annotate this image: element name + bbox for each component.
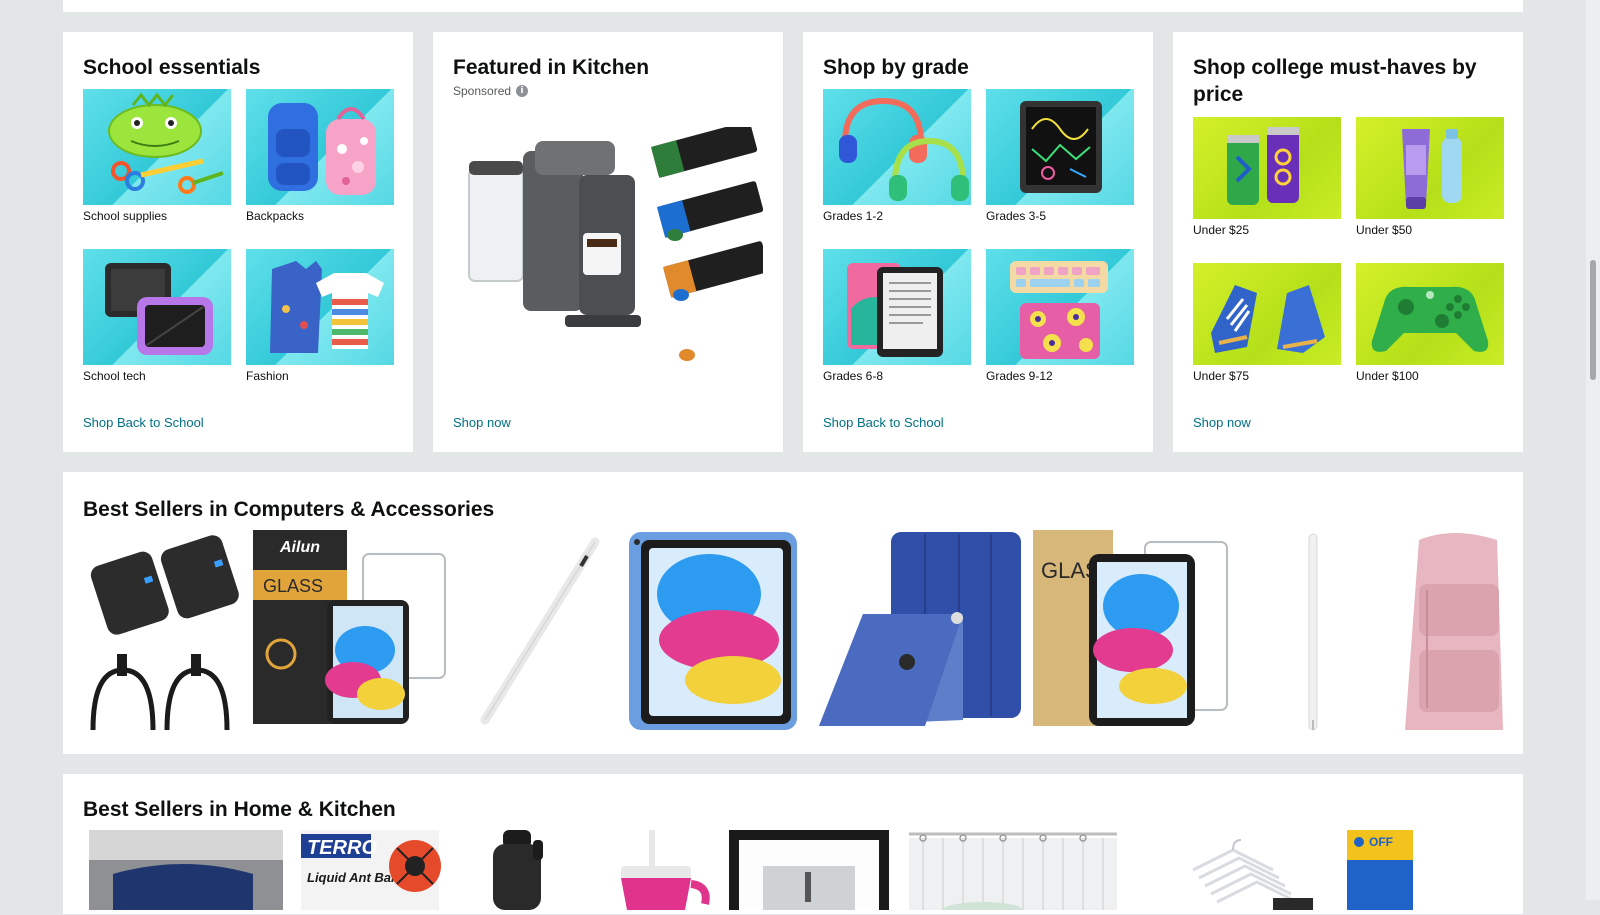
tile-label: Backpacks <box>246 209 305 223</box>
svg-text:Ailun: Ailun <box>279 539 320 556</box>
scrollbar-thumb[interactable] <box>1590 260 1596 380</box>
tile-school-supplies[interactable]: School supplies <box>83 89 231 223</box>
pillow-icon[interactable] <box>83 830 283 910</box>
tile-grades-6-8[interactable]: Grades 6-8 <box>823 249 971 383</box>
water-bottle-icon[interactable] <box>453 830 583 910</box>
tile-grades-9-12[interactable]: Grades 9-12 <box>986 249 1134 383</box>
product-carousel[interactable]: TERRO Liquid Ant Baits OFF <box>83 830 1503 915</box>
shop-now-link[interactable]: Shop now <box>1193 415 1251 430</box>
svg-text:TERRO: TERRO <box>307 837 377 859</box>
ant-bait-icon[interactable]: TERRO Liquid Ant Baits <box>293 830 443 910</box>
stylus-pen-icon[interactable] <box>463 530 613 732</box>
tile-grades-1-2[interactable]: Grades 1-2 <box>823 89 971 223</box>
pencil-case-icon <box>83 89 231 205</box>
ereader-icon <box>823 249 971 365</box>
card-shop-by-grade: Shop by grade Grades 1-2 Grades 3-5 Grad… <box>803 32 1153 452</box>
skincare-tube-icon <box>1356 117 1504 219</box>
drawing-tablet-icon <box>986 89 1134 205</box>
shop-now-link[interactable]: Shop now <box>453 415 511 430</box>
product-carousel[interactable]: Ailun GLASS GLAS <box>83 530 1503 732</box>
stylus-pen-icon[interactable] <box>1243 530 1383 732</box>
tablet-icon <box>83 249 231 365</box>
tile-label: Under $25 <box>1193 223 1250 237</box>
sponsored-text: Sponsored <box>453 84 512 98</box>
card-title: Shop college must-haves by price <box>1193 56 1477 106</box>
best-sellers-computers-section: Best Sellers in Computers & Accessories … <box>63 472 1523 754</box>
game-controller-icon <box>1356 263 1504 365</box>
tile-under-75[interactable]: Under $75 <box>1193 263 1341 383</box>
keyboard-icon <box>986 249 1134 365</box>
coffee-machine-icon[interactable] <box>453 121 770 417</box>
svg-text:OFF: OFF <box>1369 835 1393 849</box>
detergent-box-icon[interactable]: OFF <box>1343 830 1413 910</box>
tile-label: Under $100 <box>1356 369 1419 383</box>
tile-under-25[interactable]: Under $25 <box>1193 117 1341 237</box>
card-title: Featured in Kitchen <box>453 56 650 79</box>
tile-school-tech[interactable]: School tech <box>83 249 231 383</box>
hangers-icon[interactable] <box>1133 830 1333 910</box>
shop-back-to-school-link[interactable]: Shop Back to School <box>823 415 944 430</box>
sponsored-label: Sponsored i <box>453 84 529 98</box>
picture-frame-icon[interactable] <box>723 830 893 910</box>
card-title: School essentials <box>83 56 261 79</box>
svg-text:GLASS: GLASS <box>263 576 323 596</box>
previous-section-strip <box>63 0 1523 12</box>
tile-under-100[interactable]: Under $100 <box>1356 263 1504 383</box>
tile-under-50[interactable]: Under $50 <box>1356 117 1504 237</box>
section-title: Best Sellers in Computers & Accessories <box>83 498 495 521</box>
tile-label: School tech <box>83 369 146 383</box>
tile-grades-3-5[interactable]: Grades 3-5 <box>986 89 1134 223</box>
screen-protector-icon[interactable]: Ailun GLASS <box>253 530 453 732</box>
tile-backpacks[interactable]: Backpacks <box>246 89 394 223</box>
section-title: Best Sellers in Home & Kitchen <box>83 798 396 821</box>
vertical-scrollbar[interactable] <box>1586 0 1600 900</box>
sneaker-icon <box>1193 263 1341 365</box>
shop-back-to-school-link[interactable]: Shop Back to School <box>83 415 204 430</box>
tile-label: Under $75 <box>1193 369 1250 383</box>
tumbler-icon[interactable] <box>593 830 713 910</box>
tile-label: Under $50 <box>1356 223 1413 237</box>
card-college-by-price: Shop college must-haves by price Under $… <box>1173 32 1523 452</box>
backpack-icon <box>246 89 394 205</box>
tile-label: Grades 6-8 <box>823 369 884 383</box>
ipad-icon[interactable] <box>623 530 803 732</box>
card-school-essentials: School essentials School supplies Backpa… <box>63 32 413 452</box>
tile-label: Fashion <box>246 369 289 383</box>
shower-curtain-icon[interactable] <box>903 830 1123 915</box>
headphones-icon <box>823 89 971 205</box>
best-sellers-home-section: Best Sellers in Home & Kitchen TERRO Liq… <box>63 774 1523 915</box>
usb-charger-icon[interactable] <box>83 530 243 732</box>
tile-label: Grades 9-12 <box>986 369 1053 383</box>
tile-label: Grades 1-2 <box>823 209 884 223</box>
screen-protector-icon[interactable]: GLAS <box>1033 530 1233 732</box>
soda-can-icon <box>1193 117 1341 219</box>
laptop-backpack-icon[interactable] <box>1393 530 1503 732</box>
card-featured-kitchen: Featured in Kitchen Sponsored i Shop now <box>433 32 783 452</box>
info-icon[interactable]: i <box>516 85 529 97</box>
tile-fashion[interactable]: Fashion <box>246 249 394 383</box>
tile-label: Grades 3-5 <box>986 209 1047 223</box>
tablet-case-icon[interactable] <box>813 530 1023 732</box>
card-title: Shop by grade <box>823 56 969 79</box>
tile-label: School supplies <box>83 209 168 223</box>
clothing-icon <box>246 249 394 365</box>
